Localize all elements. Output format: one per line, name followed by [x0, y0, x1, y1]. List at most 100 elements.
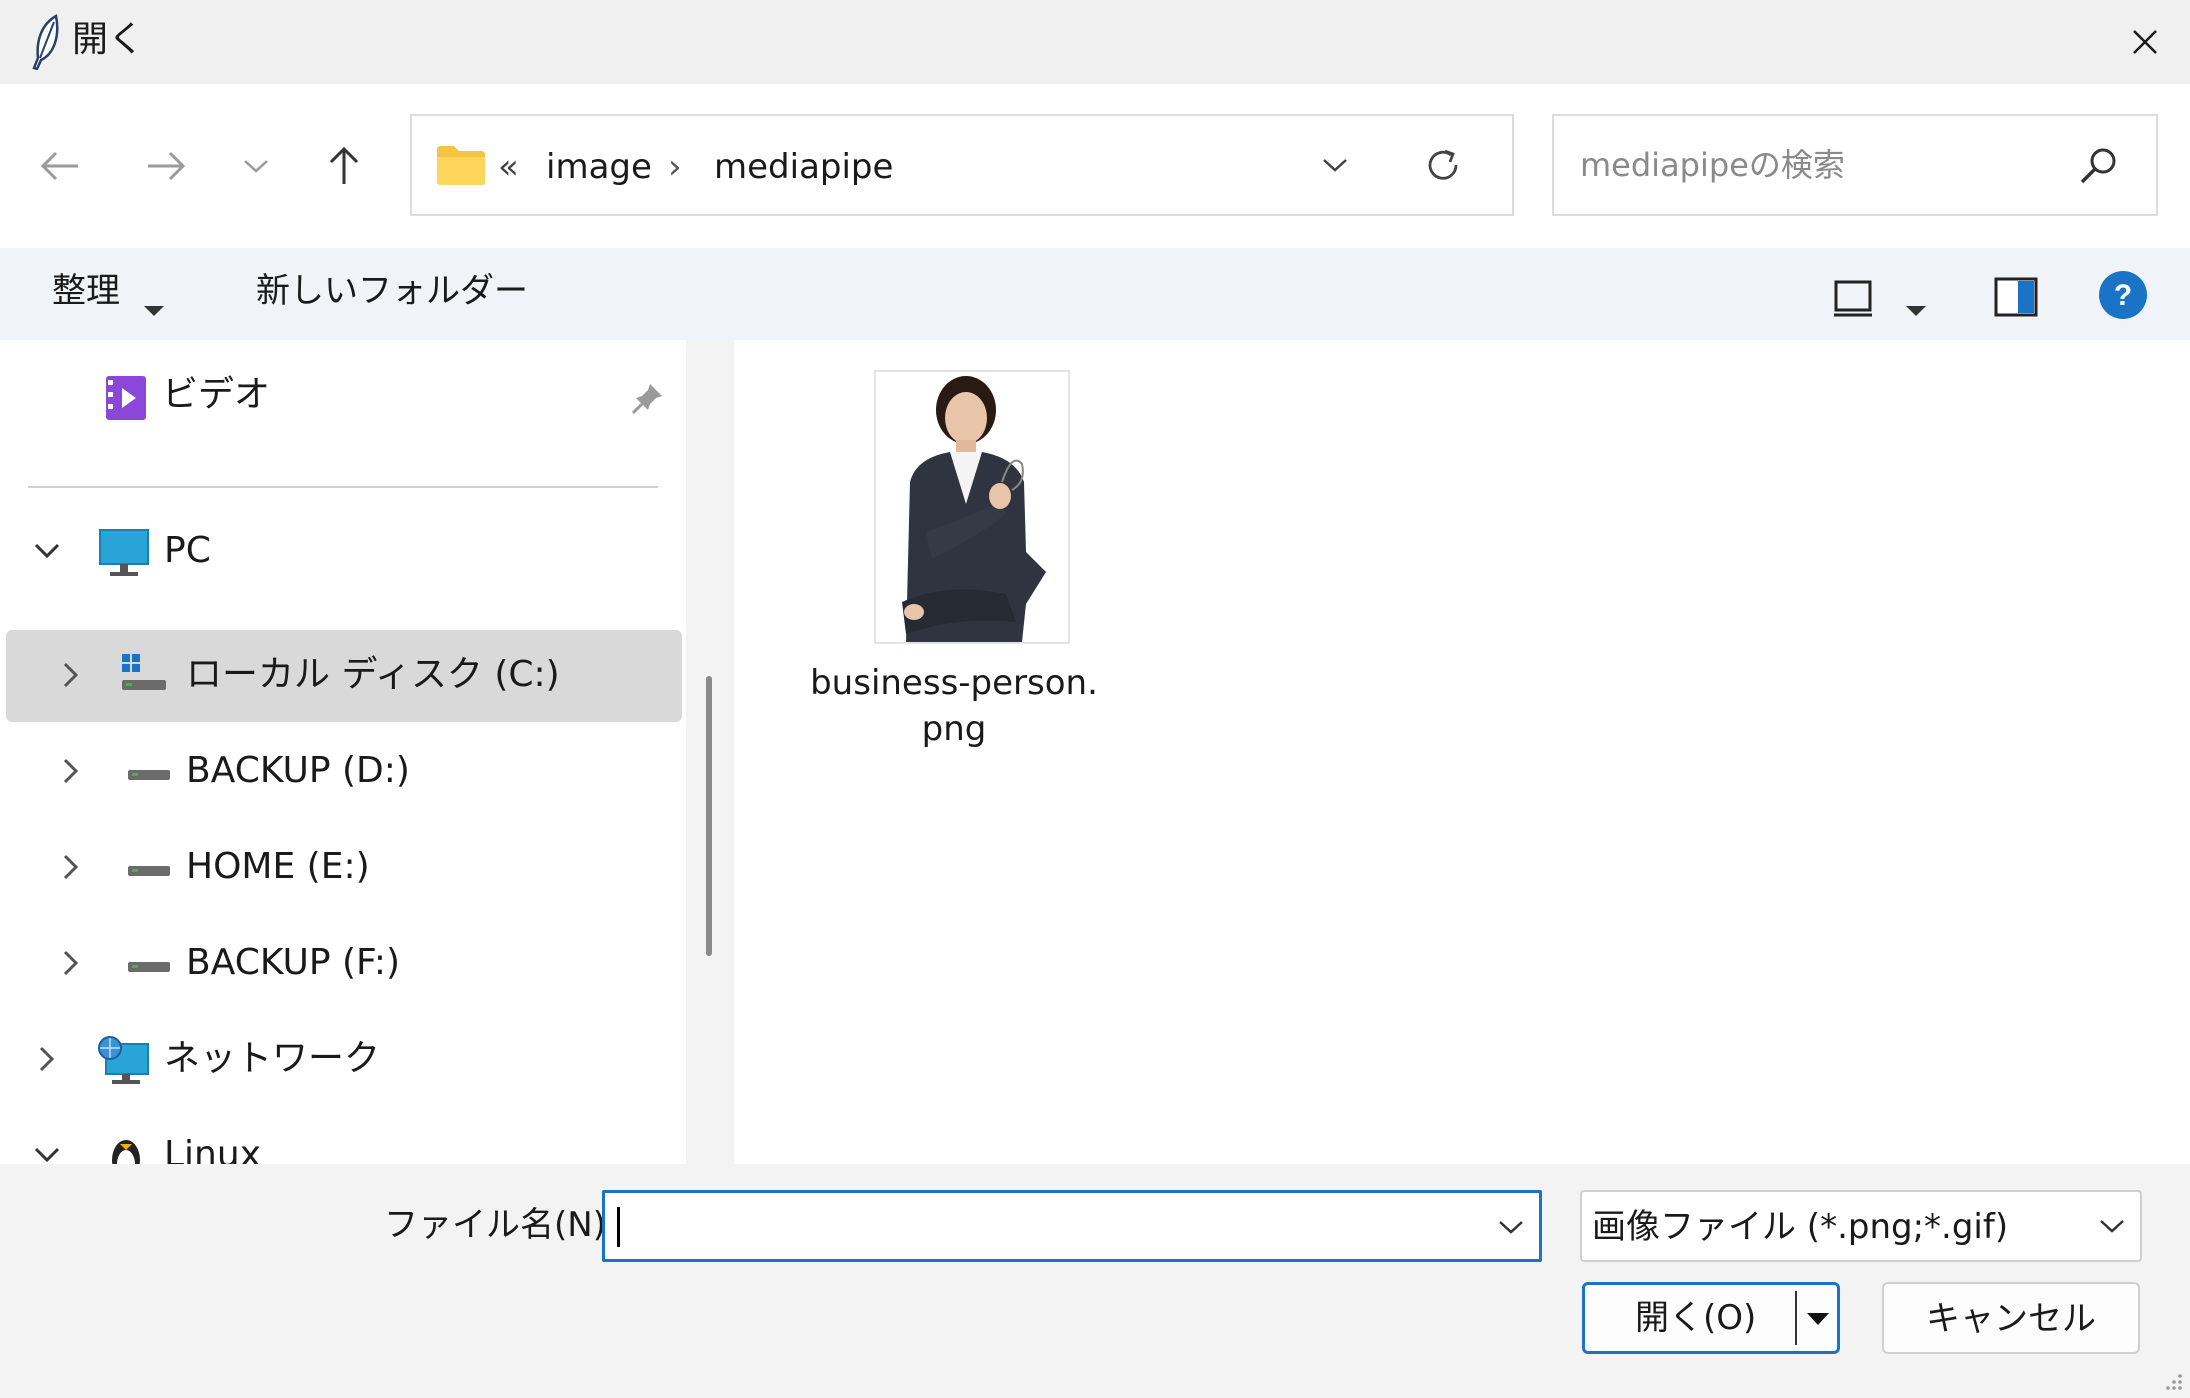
open-file-dialog: 開く « image › mediapipe mediapipeの検索 整理 新… — [0, 0, 2190, 1398]
close-icon — [2133, 30, 2157, 54]
title-bar: 開く — [0, 0, 2190, 84]
nav-scrollbar[interactable] — [686, 340, 734, 1164]
chevron-right-icon — [63, 758, 79, 784]
text-caret — [617, 1207, 620, 1247]
network-icon — [98, 1036, 149, 1084]
system-drive-icon — [122, 654, 166, 690]
nav-label-drive-e: HOME (E:) — [186, 846, 370, 887]
nav-item-videos[interactable]: ビデオ — [6, 350, 682, 442]
help-icon[interactable]: ? — [2098, 270, 2148, 320]
chevron-down-icon — [1323, 159, 1347, 172]
video-icon — [106, 376, 146, 420]
breadcrumb-image[interactable]: image — [546, 142, 652, 192]
navigation-row: « image › mediapipe mediapipeの検索 — [0, 84, 2190, 248]
expand-toggle-linux[interactable] — [22, 1130, 72, 1164]
scrollbar-thumb[interactable] — [706, 676, 712, 956]
nav-label-videos: ビデオ — [162, 374, 271, 415]
command-bar: 整理 新しいフォルダー ? — [0, 248, 2190, 340]
svg-text:?: ? — [2114, 279, 2132, 312]
split-divider — [1795, 1291, 1797, 1345]
nav-item-drive-d[interactable]: BACKUP (D:) — [6, 726, 682, 818]
window-title: 開く — [72, 19, 145, 60]
organize-button[interactable]: 整理 — [52, 266, 120, 316]
new-folder-button[interactable]: 新しいフォルダー — [256, 266, 528, 316]
chevron-down-icon — [34, 543, 60, 559]
view-options-caret-icon[interactable] — [1904, 286, 1928, 336]
cancel-button-label: キャンセル — [1926, 1299, 2096, 1339]
preview-pane-icon[interactable] — [1994, 272, 2038, 322]
open-options-button[interactable] — [1801, 1299, 1835, 1339]
search-box[interactable]: mediapipeの検索 — [1552, 114, 2158, 216]
breadcrumb-mediapipe[interactable]: mediapipe — [714, 142, 893, 192]
file-name-input[interactable] — [602, 1190, 1542, 1262]
chevron-down-icon — [34, 1147, 60, 1163]
file-name-history-button[interactable] — [1489, 1203, 1533, 1251]
drive-icon — [128, 962, 170, 972]
open-button-label: 開く(O) — [1635, 1298, 1757, 1338]
file-type-select[interactable]: 画像ファイル (*.png;*.gif) — [1580, 1190, 2142, 1262]
close-button[interactable] — [2100, 0, 2190, 84]
search-icon[interactable] — [2076, 144, 2120, 188]
nav-item-network[interactable]: ネットワーク — [6, 1014, 682, 1106]
up-button[interactable] — [314, 136, 374, 196]
drive-icon — [128, 866, 170, 876]
folder-icon — [437, 146, 485, 185]
file-list-pane: business-person.png — [734, 340, 2190, 1164]
nav-label-network: ネットワーク — [164, 1038, 381, 1079]
arrow-right-icon — [148, 151, 186, 181]
drive-icon — [128, 770, 170, 780]
caret-down-icon — [1807, 1313, 1829, 1325]
cancel-button[interactable]: キャンセル — [1882, 1282, 2140, 1354]
dialog-footer: ファイル名(N): 画像ファイル (*.png;*.gif) 開く(O) キャン… — [0, 1164, 2190, 1398]
expand-toggle-network[interactable] — [22, 1034, 72, 1084]
nav-item-drive-e[interactable]: HOME (E:) — [6, 822, 682, 914]
expand-toggle-pc[interactable] — [22, 526, 72, 576]
nav-label-drive-d: BACKUP (D:) — [186, 750, 410, 791]
nav-item-drive-c[interactable]: ローカル ディスク (C:) — [6, 630, 682, 722]
nav-item-pc[interactable]: PC — [6, 506, 682, 598]
file-name-label: business-person.png — [810, 663, 1098, 749]
address-bar[interactable]: « image › mediapipe — [410, 114, 1514, 216]
nav-divider — [28, 486, 658, 488]
feather-icon — [32, 14, 59, 70]
chevron-right-icon — [63, 662, 79, 688]
expand-toggle-drive-e[interactable] — [46, 842, 96, 892]
file-type-dropdown[interactable] — [2090, 1202, 2134, 1250]
back-button[interactable] — [30, 136, 90, 196]
nav-item-linux[interactable]: Linux — [6, 1110, 682, 1164]
breadcrumb-overflow[interactable]: « — [498, 142, 519, 192]
chevron-down-icon — [2100, 1220, 2124, 1233]
resize-grip-icon[interactable] — [2160, 1368, 2184, 1392]
breadcrumb-separator: › — [668, 147, 682, 187]
nav-label-drive-c: ローカル ディスク (C:) — [186, 654, 560, 695]
recent-locations-button[interactable] — [226, 136, 286, 196]
refresh-button[interactable] — [1418, 140, 1468, 190]
nav-item-drive-f[interactable]: BACKUP (F:) — [6, 918, 682, 1010]
person-thumbnail-image — [876, 372, 1068, 642]
chevron-right-icon — [39, 1046, 55, 1072]
address-history-button[interactable] — [1310, 140, 1360, 190]
caret-down-icon — [144, 306, 164, 316]
expand-toggle-drive-c[interactable] — [46, 650, 96, 700]
expand-toggle-drive-f[interactable] — [46, 938, 96, 988]
arrow-left-icon — [40, 151, 78, 181]
file-name-label: ファイル名(N): — [384, 1205, 618, 1245]
arrow-up-icon — [329, 146, 359, 184]
file-thumbnail — [874, 370, 1070, 644]
nav-label-drive-f: BACKUP (F:) — [186, 942, 401, 983]
pin-icon[interactable] — [630, 380, 666, 416]
nav-label-linux: Linux — [164, 1134, 261, 1164]
chevron-right-icon — [63, 854, 79, 880]
expand-toggle-drive-d[interactable] — [46, 746, 96, 796]
file-item[interactable]: business-person.png — [804, 370, 1098, 790]
computer-icon — [99, 529, 149, 576]
open-button[interactable]: 開く(O) — [1582, 1282, 1840, 1354]
view-mode-icon[interactable] — [1832, 274, 1874, 324]
chevron-right-icon — [63, 950, 79, 976]
chevron-down-icon — [1499, 1221, 1523, 1234]
nav-label-pc: PC — [164, 530, 211, 571]
chevron-down-icon — [244, 160, 268, 173]
file-type-value: 画像ファイル (*.png;*.gif) — [1592, 1207, 2009, 1247]
refresh-icon — [1428, 149, 1458, 180]
forward-button[interactable] — [136, 136, 196, 196]
